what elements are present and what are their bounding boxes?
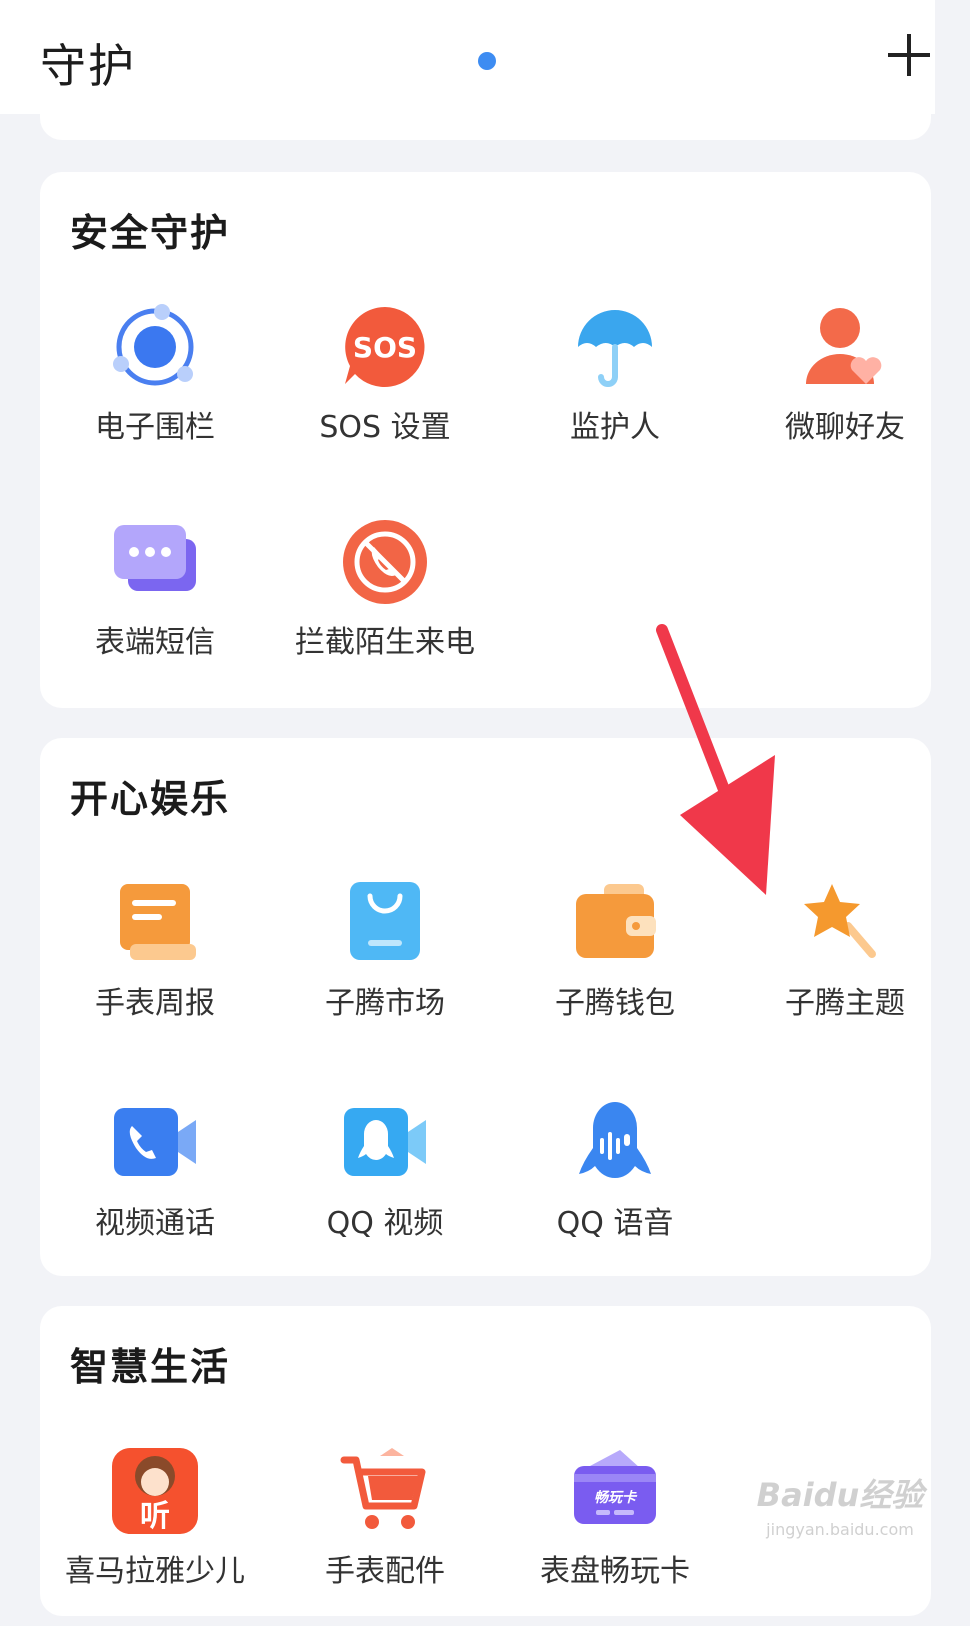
- tile-label: 监护人: [570, 410, 660, 445]
- tile-label: 拦截陌生来电: [295, 625, 475, 660]
- tile-sos[interactable]: SOS SOS 设置: [270, 302, 500, 482]
- svg-text:SOS: SOS: [353, 331, 417, 364]
- tile-watch-accessories[interactable]: 手表配件: [270, 1446, 500, 1626]
- tile-label: 子腾市场: [325, 986, 445, 1021]
- page-indicator-dot: [478, 52, 496, 70]
- report-scroll-icon: [120, 884, 196, 960]
- tile-label: 手表周报: [95, 986, 215, 1021]
- tile-label: 微聊好友: [785, 410, 905, 445]
- tile-wallet[interactable]: 子腾钱包: [500, 878, 730, 1058]
- tile-label: 喜马拉雅少儿: [65, 1554, 245, 1589]
- tile-chat-friends[interactable]: 微聊好友: [730, 302, 960, 482]
- video-call-icon: [114, 1108, 196, 1176]
- qq-voice-icon: [579, 1102, 651, 1178]
- tile-label: 表端短信: [95, 625, 215, 660]
- qq-video-icon: [344, 1108, 426, 1176]
- tile-label: 表盘畅玩卡: [540, 1554, 690, 1589]
- geofence-icon: [113, 304, 194, 386]
- tile-guardian[interactable]: 监护人: [500, 302, 730, 482]
- svg-text:畅玩卡: 畅玩卡: [594, 1489, 638, 1506]
- tile-label: QQ 视频: [326, 1206, 444, 1241]
- page-title: 守护: [40, 39, 136, 93]
- section-title: 开心娱乐: [70, 777, 231, 821]
- tile-block-calls[interactable]: 拦截陌生来电: [270, 517, 500, 697]
- block-call-icon: [343, 520, 427, 604]
- shopping-bag-icon: [350, 882, 420, 960]
- tile-ximalaya-kids[interactable]: 听 喜马拉雅少儿: [40, 1446, 270, 1626]
- tile-qq-voice[interactable]: QQ 语音: [500, 1098, 730, 1278]
- shopping-cart-icon: [340, 1448, 426, 1529]
- annotation-arrow-icon: [656, 624, 775, 895]
- tile-label: QQ 语音: [556, 1206, 674, 1241]
- tile-watchface-card[interactable]: 畅玩卡 表盘畅玩卡: [500, 1446, 730, 1626]
- tile-market[interactable]: 子腾市场: [270, 878, 500, 1058]
- tile-label: 视频通话: [95, 1206, 215, 1241]
- ximalaya-kids-icon: 听: [112, 1448, 198, 1534]
- tile-label: 子腾主题: [785, 986, 905, 1021]
- message-bubble-icon: [114, 525, 196, 591]
- section-title: 智慧生活: [70, 1345, 231, 1389]
- tile-watch-report[interactable]: 手表周报: [40, 878, 270, 1058]
- tile-label: 子腾钱包: [555, 986, 675, 1021]
- tile-label: 手表配件: [325, 1554, 445, 1589]
- watermark: Baidu经验 jingyan.baidu.com: [740, 1470, 940, 1590]
- tile-qq-video[interactable]: QQ 视频: [270, 1098, 500, 1278]
- tile-geofence[interactable]: 电子围栏: [40, 302, 270, 482]
- tile-video-call[interactable]: 视频通话: [40, 1098, 270, 1278]
- friend-heart-icon: [806, 308, 882, 384]
- section-title: 安全守护: [70, 211, 231, 255]
- sos-icon: SOS: [345, 307, 425, 387]
- tile-label: SOS 设置: [319, 410, 451, 445]
- tile-label: 电子围栏: [95, 410, 215, 445]
- add-icon[interactable]: [888, 34, 930, 76]
- umbrella-icon: [578, 310, 652, 387]
- tile-themes[interactable]: 子腾主题: [730, 878, 960, 1058]
- top-bar: 守护: [0, 0, 935, 114]
- svg-text:听: 听: [140, 1499, 170, 1534]
- previous-card-edge: [40, 110, 931, 140]
- watchface-card-icon: 畅玩卡: [574, 1450, 656, 1524]
- watermark-sub: jingyan.baidu.com: [766, 1520, 914, 1539]
- tile-watch-sms[interactable]: 表端短信: [40, 517, 270, 697]
- watermark-main: Baidu经验: [756, 1476, 924, 1514]
